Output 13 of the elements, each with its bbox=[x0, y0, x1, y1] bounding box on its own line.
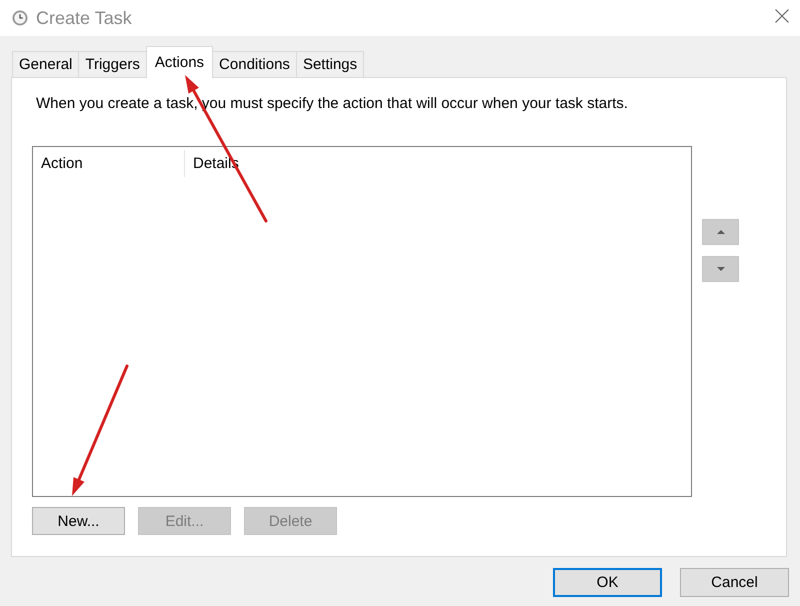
close-icon[interactable] bbox=[775, 9, 789, 23]
dialog-button[interactable]: OK bbox=[553, 568, 662, 597]
tab[interactable]: Settings bbox=[296, 51, 364, 77]
dialog-button[interactable]: Cancel bbox=[680, 568, 789, 597]
action-button[interactable]: New... bbox=[32, 507, 125, 535]
down-triangle-icon bbox=[716, 267, 724, 271]
window-title: Create Task bbox=[36, 8, 133, 28]
tab[interactable]: Actions bbox=[146, 46, 214, 78]
up-triangle-icon bbox=[716, 230, 724, 234]
column-header[interactable]: Action bbox=[33, 150, 185, 177]
description-text: When you create a task, you must specify the action that will occur when your task starts. bbox=[36, 94, 628, 114]
clock-icon bbox=[12, 10, 28, 26]
tab[interactable]: General bbox=[12, 51, 80, 77]
